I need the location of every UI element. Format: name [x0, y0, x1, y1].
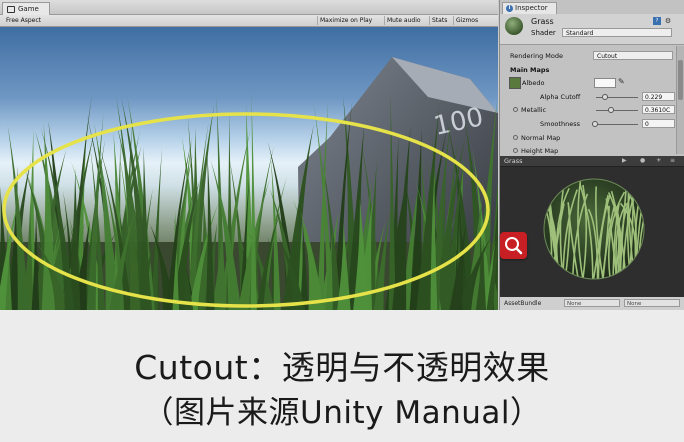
grass-scene: 100 — [0, 57, 498, 310]
albedo-label: Albedo — [522, 79, 545, 87]
game-viewport[interactable]: 100 — [0, 27, 498, 310]
slide-caption: Cutout：透明与不透明效果 （图片来源Unity Manual） — [0, 310, 684, 442]
main-maps-label: Main Maps — [510, 66, 550, 74]
smoothness-knob[interactable] — [592, 121, 598, 127]
alpha-cutoff-label: Alpha Cutoff — [540, 93, 581, 101]
metallic-knob[interactable] — [608, 107, 614, 113]
albedo-row: Albedo ✎ — [500, 77, 680, 89]
game-panel: Game Free Aspect Maximize on Play Mute a… — [0, 0, 498, 310]
rendering-mode-dropdown[interactable]: Cutout — [593, 51, 673, 60]
metallic-field[interactable]: 0.3610C — [642, 105, 675, 114]
sphere-icon[interactable]: ● — [640, 157, 645, 164]
alpha-cutoff-knob[interactable] — [602, 94, 608, 100]
assetbundle-dropdown[interactable]: None — [564, 299, 620, 307]
help-icon[interactable]: ? — [653, 17, 661, 25]
inspector-scroll-thumb[interactable] — [678, 60, 683, 100]
aspect-dropdown[interactable]: Free Aspect — [6, 16, 80, 25]
alpha-cutoff-slider[interactable] — [596, 94, 638, 100]
preview-bar: Grass ▶ ● ☀ ≡ — [500, 156, 684, 167]
inspector-panel: i Inspector Grass Shader Standard ? ⚙ Re… — [499, 0, 684, 310]
material-thumbnail — [505, 17, 523, 35]
info-icon: i — [506, 5, 513, 12]
metallic-row: Metallic 0.3610C — [500, 104, 680, 116]
stats-button[interactable]: Stats — [429, 16, 449, 25]
smoothness-slider[interactable] — [592, 121, 638, 127]
normal-map-slot[interactable] — [513, 135, 518, 140]
shader-dropdown[interactable]: Standard — [562, 28, 672, 37]
smoothness-row: Smoothness 0 — [500, 118, 680, 130]
game-tabbar: Game — [0, 0, 498, 15]
grass-blade — [205, 146, 215, 310]
sphere-grass-blade — [637, 190, 644, 279]
grass-blade — [250, 91, 257, 310]
menu-icon[interactable]: ≡ — [670, 157, 675, 164]
normal-map-label: Normal Map — [521, 134, 561, 142]
eyedropper-icon[interactable]: ✎ — [618, 77, 625, 86]
rendering-mode-row: Rendering Mode Cutout — [500, 50, 680, 62]
metallic-slider[interactable] — [596, 107, 638, 113]
unity-editor-screenshot: Game Free Aspect Maximize on Play Mute a… — [0, 0, 684, 310]
settings-gear-icon[interactable]: ⚙ — [664, 17, 672, 25]
maximize-on-play-button[interactable]: Maximize on Play — [317, 16, 374, 25]
tab-inspector-label: Inspector — [515, 4, 548, 12]
assetbundle-label: AssetBundle — [504, 300, 542, 307]
assetbundle-bar: AssetBundle None None — [500, 297, 684, 310]
tab-inspector[interactable]: i Inspector — [502, 2, 557, 14]
alpha-cutoff-row: Alpha Cutoff 0.229 — [500, 91, 680, 103]
material-header: Grass Shader Standard ? ⚙ — [500, 14, 684, 45]
height-map-label: Height Map — [521, 147, 559, 155]
game-toolbar: Free Aspect Maximize on Play Mute audio … — [0, 15, 498, 27]
tab-game[interactable]: Game — [2, 2, 50, 15]
albedo-color-field[interactable] — [594, 78, 616, 88]
normal-map-row: Normal Map — [500, 132, 680, 144]
assetbundle-variant-dropdown[interactable]: None — [624, 299, 680, 307]
preview-sphere — [543, 178, 645, 280]
play-icon[interactable]: ▶ — [622, 157, 627, 164]
gizmos-button[interactable]: Gizmos — [453, 16, 480, 25]
material-preview: Grass ▶ ● ☀ ≡ AssetBundle None None — [500, 156, 684, 310]
height-map-slot[interactable] — [513, 148, 518, 153]
caption-line-1: Cutout：透明与不透明效果 — [134, 348, 550, 387]
search-icon — [505, 237, 523, 255]
albedo-texture-slot[interactable] — [509, 77, 521, 89]
shader-label: Shader — [531, 29, 556, 37]
zoom-search-button[interactable] — [500, 232, 527, 259]
game-controller-icon — [7, 5, 15, 13]
inspector-scrollbar[interactable] — [676, 46, 684, 154]
light-icon[interactable]: ☀ — [656, 157, 661, 164]
caption-line-2: （图片来源Unity Manual） — [142, 395, 542, 431]
preview-title: Grass — [504, 157, 523, 165]
main-maps-header: Main Maps — [500, 64, 680, 76]
tab-game-label: Game — [18, 5, 39, 13]
rendering-mode-label: Rendering Mode — [510, 52, 563, 60]
metallic-label: Metallic — [521, 106, 547, 114]
material-name: Grass — [531, 17, 554, 26]
mute-audio-button[interactable]: Mute audio — [384, 16, 423, 25]
smoothness-field[interactable]: 0 — [642, 119, 675, 128]
smoothness-label: Smoothness — [540, 120, 580, 128]
alpha-cutoff-field[interactable]: 0.229 — [642, 92, 675, 101]
metallic-texture-slot[interactable] — [513, 107, 518, 112]
